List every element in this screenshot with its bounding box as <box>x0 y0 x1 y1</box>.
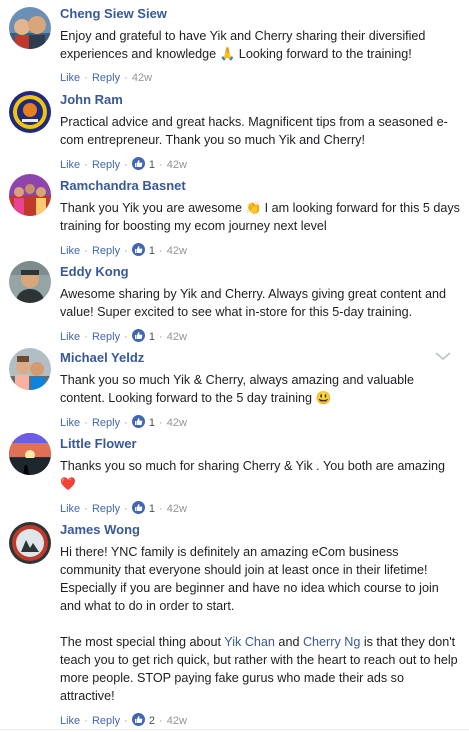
thumbs-up-icon[interactable] <box>131 243 145 256</box>
comment-author[interactable]: Ramchandra Basnet <box>60 178 460 194</box>
thumbs-up-icon[interactable] <box>131 501 145 514</box>
comment-timestamp[interactable]: 42w <box>167 417 187 429</box>
reply-link[interactable]: Reply <box>92 331 120 343</box>
thumbs-up-icon[interactable] <box>131 329 145 342</box>
avatar[interactable] <box>9 261 51 303</box>
comment-text: Thank you Yik you are awesome 👏 I am loo… <box>60 201 460 233</box>
couple-photo-avatar-icon <box>9 348 51 390</box>
comment-actions: Like · Reply · 1 · 42w <box>60 415 187 429</box>
like-link[interactable]: Like <box>60 503 80 515</box>
family-photo-avatar-icon <box>9 7 51 49</box>
avatar[interactable] <box>9 7 51 49</box>
reply-link[interactable]: Reply <box>92 503 120 515</box>
comment-author[interactable]: Eddy Kong <box>60 264 460 280</box>
divider <box>0 729 469 730</box>
comment-actions: Like · Reply · 42w <box>60 72 153 84</box>
comment-text: Thank you so much Yik & Cherry, always a… <box>60 373 414 405</box>
avatar[interactable] <box>9 522 51 564</box>
comment-text: Enjoy and grateful to have Yik and Cherr… <box>60 29 426 61</box>
comment-text: Hi there! YNC family is definitely an am… <box>60 543 460 705</box>
comment-timestamp[interactable]: 42w <box>132 72 152 84</box>
comment-actions: Like · Reply · 2 · 42w <box>60 713 187 727</box>
comment-author[interactable]: Little Flower <box>60 436 460 452</box>
avatar[interactable] <box>9 91 51 133</box>
like-link[interactable]: Like <box>60 245 80 257</box>
text-fragment: The most special thing about <box>60 635 225 649</box>
text-fragment: and <box>274 635 303 649</box>
like-link[interactable]: Like <box>60 72 80 84</box>
reply-link[interactable]: Reply <box>92 159 120 171</box>
comment-timestamp[interactable]: 42w <box>167 245 187 257</box>
reply-link[interactable]: Reply <box>92 715 120 727</box>
mention-link[interactable]: Yik Chan <box>224 635 275 649</box>
avatar[interactable] <box>9 433 51 475</box>
avatar[interactable] <box>9 348 51 390</box>
comment-author[interactable]: John Ram <box>60 92 460 108</box>
comment-author[interactable]: Cheng Siew Siew <box>60 6 460 22</box>
comment-paragraph: The most special thing about Yik Chan an… <box>60 633 460 705</box>
comment-actions: Like · Reply · 1 · 42w <box>60 501 187 515</box>
comment-actions: Like · Reply · 1 · 42w <box>60 157 187 171</box>
like-link[interactable]: Like <box>60 417 80 429</box>
comment-actions: Like · Reply · 1 · 42w <box>60 329 187 343</box>
comment-timestamp[interactable]: 42w <box>167 159 187 171</box>
reply-link[interactable]: Reply <box>92 72 120 84</box>
portrait-avatar-icon <box>9 261 51 303</box>
comment-timestamp[interactable]: 42w <box>167 331 187 343</box>
comment-author[interactable]: Michael Yeldz <box>60 350 460 366</box>
comment-text: Awesome sharing by Yik and Cherry. Alway… <box>60 287 446 319</box>
thumbs-up-icon[interactable] <box>131 415 145 428</box>
comment-paragraph: Hi there! YNC family is definitely an am… <box>60 545 439 613</box>
reply-link[interactable]: Reply <box>92 417 120 429</box>
avatar[interactable] <box>9 174 51 216</box>
sunset-avatar-icon <box>9 433 51 475</box>
like-link[interactable]: Like <box>60 715 80 727</box>
emblem-avatar-icon <box>9 91 51 133</box>
comment-author[interactable]: James Wong <box>60 522 460 538</box>
logo-avatar-icon <box>9 522 51 564</box>
comment-actions: Like · Reply · 1 · 42w <box>60 243 187 257</box>
reply-link[interactable]: Reply <box>92 245 120 257</box>
comment-timestamp[interactable]: 42w <box>167 715 187 727</box>
comment-text: Practical advice and great hacks. Magnif… <box>60 115 448 147</box>
thumbs-up-icon[interactable] <box>131 713 145 726</box>
like-link[interactable]: Like <box>60 331 80 343</box>
comment-text: Thanks you so much for sharing Cherry & … <box>60 459 446 491</box>
comment-timestamp[interactable]: 42w <box>167 503 187 515</box>
mention-link[interactable]: Cherry Ng <box>303 635 360 649</box>
thumbs-up-icon[interactable] <box>131 157 145 170</box>
group-photo-avatar-icon <box>9 174 51 216</box>
like-link[interactable]: Like <box>60 159 80 171</box>
